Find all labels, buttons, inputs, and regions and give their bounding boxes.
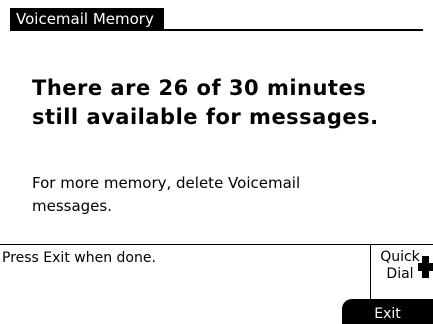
quick-dial-label-line-2: Dial xyxy=(386,266,414,282)
headline-line-2: still available for messages. xyxy=(32,105,379,129)
exit-label: Exit xyxy=(374,306,401,322)
quick-dial-label-line-1: Quick xyxy=(380,249,420,265)
screen-title: Voicemail Memory xyxy=(10,8,164,30)
memory-note: For more memory, delete Voicemail messag… xyxy=(32,172,412,218)
title-underline xyxy=(10,29,423,31)
headline-line-1: There are 26 of 30 minutes xyxy=(32,76,367,100)
note-line-1: For more memory, delete Voicemail xyxy=(32,174,301,192)
footer-divider xyxy=(0,244,433,245)
quick-dial-softkey[interactable]: Quick Dial xyxy=(376,249,424,283)
status-text: Press Exit when done. xyxy=(2,250,156,266)
minutes-available-message: There are 26 of 30 minutes still availab… xyxy=(32,74,427,132)
note-line-2: messages. xyxy=(32,197,112,215)
voicemail-memory-screen: Voicemail Memory There are 26 of 30 minu… xyxy=(0,0,433,324)
softkey-divider xyxy=(370,245,371,299)
navigation-cross-icon xyxy=(418,256,433,278)
exit-softkey[interactable]: Exit xyxy=(342,299,433,324)
